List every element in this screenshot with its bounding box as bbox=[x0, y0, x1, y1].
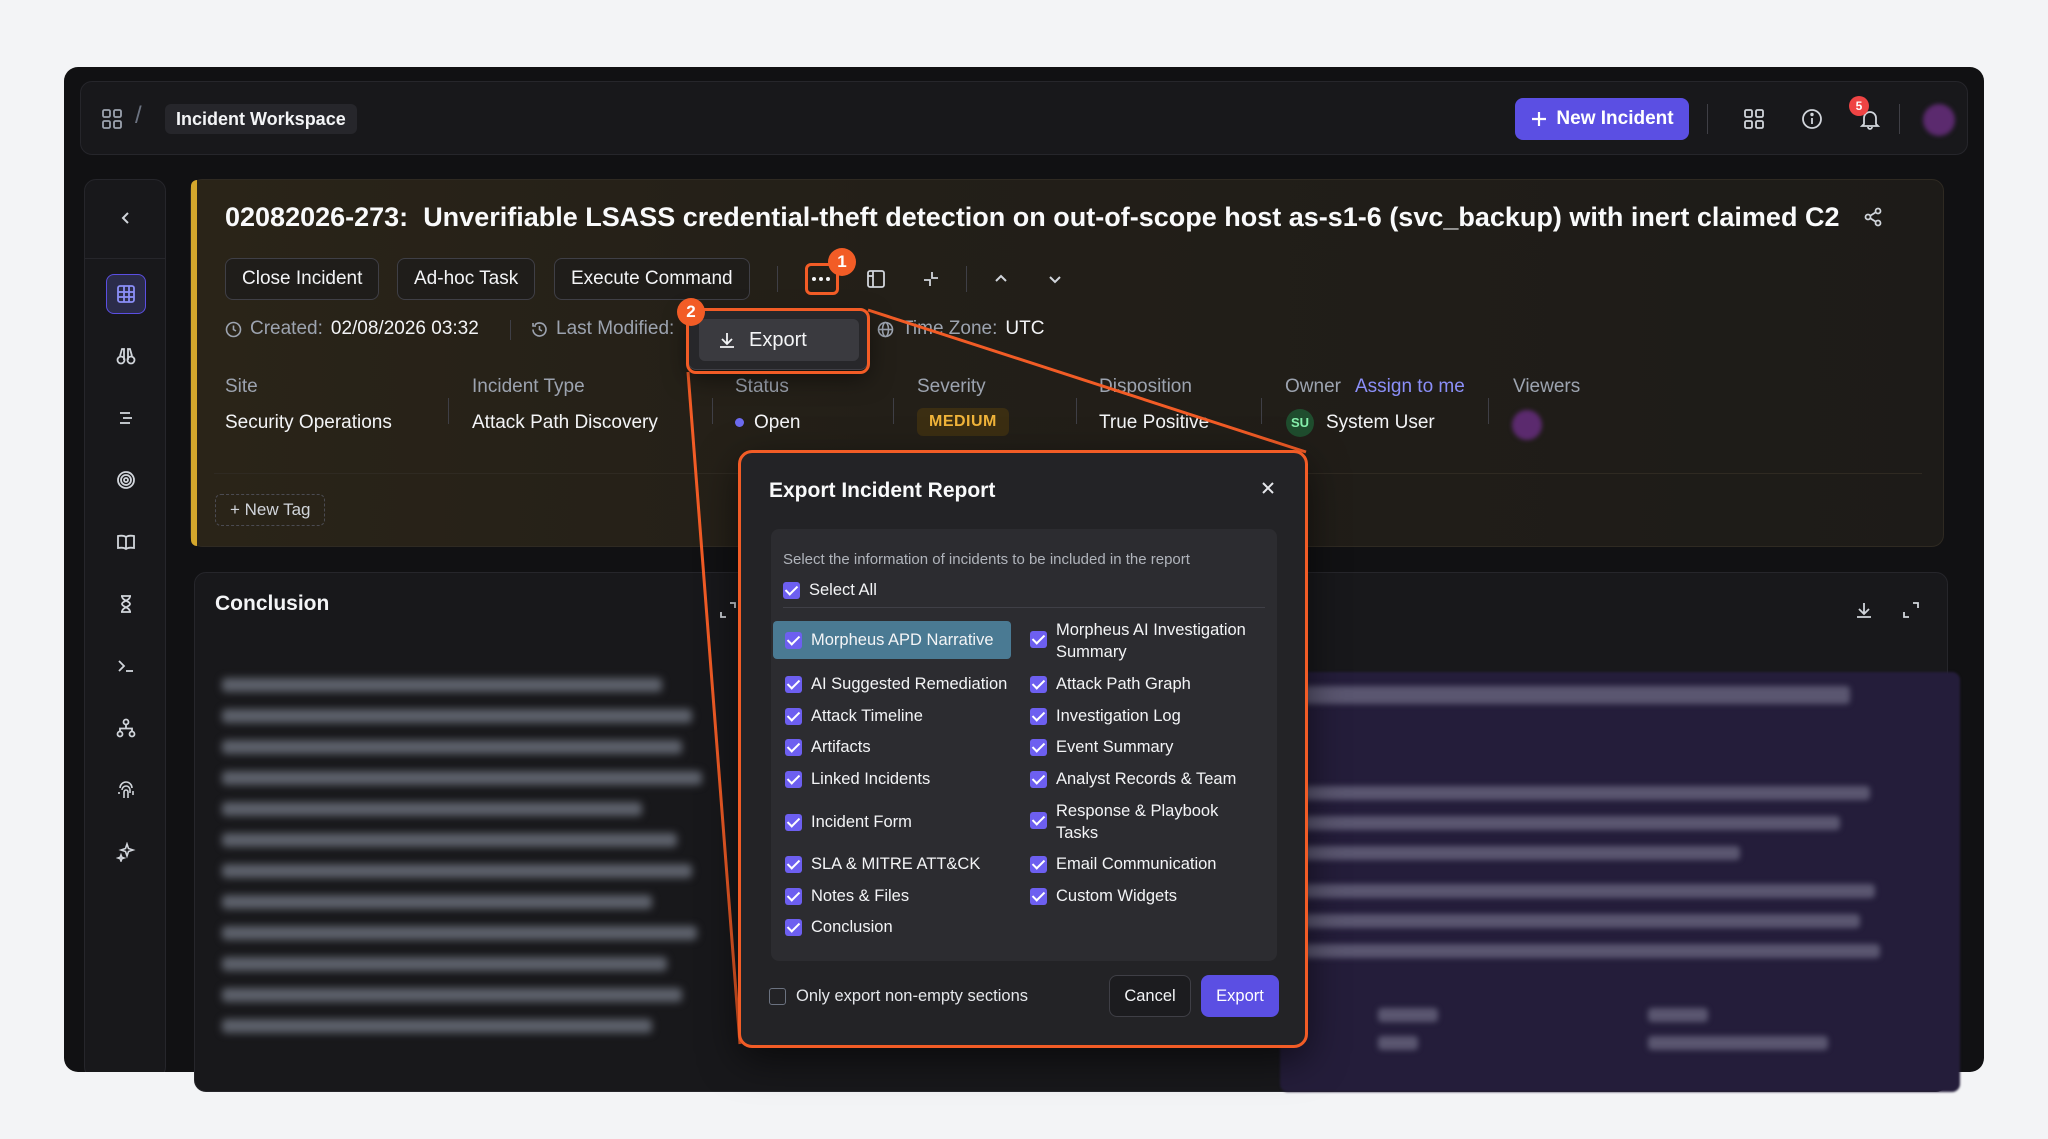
callout-highlight-modal bbox=[738, 450, 1308, 1048]
step-badge-1: 1 bbox=[828, 248, 856, 276]
callout-highlight-export bbox=[686, 308, 870, 374]
step-badge-2: 2 bbox=[677, 298, 705, 326]
